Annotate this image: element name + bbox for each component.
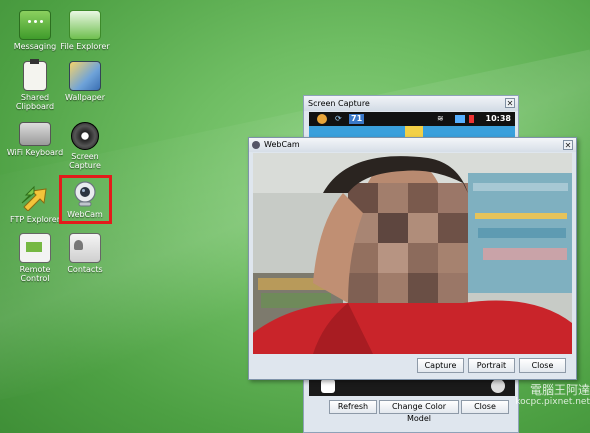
watermark-url: kocpc.pixnet.net <box>515 397 590 407</box>
screen-capture-titlebar[interactable]: Screen Capture ✕ <box>304 96 518 111</box>
desktop-icon-label: Shared Clipboard <box>15 93 55 111</box>
wallpaper-icon <box>69 61 101 91</box>
desktop-icon-label: Remote Control <box>19 265 51 283</box>
capture-button[interactable]: Capture <box>417 358 464 373</box>
back-icon[interactable] <box>321 379 335 393</box>
close-icon[interactable]: ✕ <box>563 140 573 150</box>
desktop-icon-label: Screen Capture <box>69 152 101 170</box>
desktop-icon-contacts[interactable]: Contacts <box>55 233 115 274</box>
webcam-close-button[interactable]: Close <box>519 358 566 373</box>
window-title: Screen Capture <box>308 99 370 108</box>
camera-lens-icon <box>71 122 99 150</box>
ftp-arrows-icon <box>20 185 50 213</box>
portrait-button[interactable]: Portrait <box>468 358 515 373</box>
messaging-icon <box>19 10 51 40</box>
webcam-titlebar[interactable]: WebCam ✕ <box>249 138 576 152</box>
contacts-icon <box>69 233 101 263</box>
webcam-small-icon <box>252 141 260 149</box>
wifi-icon: ≋ <box>437 114 444 123</box>
desktop-icon-label: Contacts <box>67 265 103 274</box>
watermark-title: 電腦王阿達 <box>529 383 590 397</box>
desktop-icon-label: FTP Explorer <box>9 215 61 224</box>
desktop-icon-label: File Explorer <box>60 42 110 51</box>
webcam-window: WebCam ✕ Capture Portrait Close <box>248 137 577 380</box>
webcam-highlight-box <box>59 175 112 224</box>
watermark: 電腦王阿達 kocpc.pixnet.net <box>470 384 590 429</box>
signal-icon <box>455 115 465 123</box>
webcam-video-feed <box>253 153 572 354</box>
clipboard-icon <box>23 59 47 91</box>
desktop: Messaging File Explorer Shared Clipboard… <box>0 0 590 433</box>
desktop-icon-wallpaper[interactable]: Wallpaper <box>55 61 115 102</box>
desktop-icon-file-explorer[interactable]: File Explorer <box>55 10 115 51</box>
window-title: WebCam <box>264 140 300 149</box>
battery-icon <box>469 115 474 123</box>
refresh-button[interactable]: Refresh <box>329 400 377 414</box>
keyboard-icon <box>19 122 51 146</box>
desktop-icon-screen-capture[interactable]: Screen Capture <box>55 122 115 170</box>
file-explorer-icon <box>69 10 101 40</box>
notification-icon <box>317 114 327 124</box>
phone-status-bar: ⟳ 71 ≋ 10:38 <box>309 112 515 126</box>
change-color-model-button[interactable]: Change Color Model <box>379 400 459 423</box>
desktop-icon-label: Wallpaper <box>64 93 105 102</box>
close-icon[interactable]: ✕ <box>505 98 515 108</box>
remote-control-icon <box>19 233 51 263</box>
sync-icon: ⟳ <box>335 114 342 123</box>
status-badge: 71 <box>349 114 365 124</box>
phone-clock: 10:38 <box>485 114 511 123</box>
desktop-icon-label: Messaging <box>13 42 57 51</box>
